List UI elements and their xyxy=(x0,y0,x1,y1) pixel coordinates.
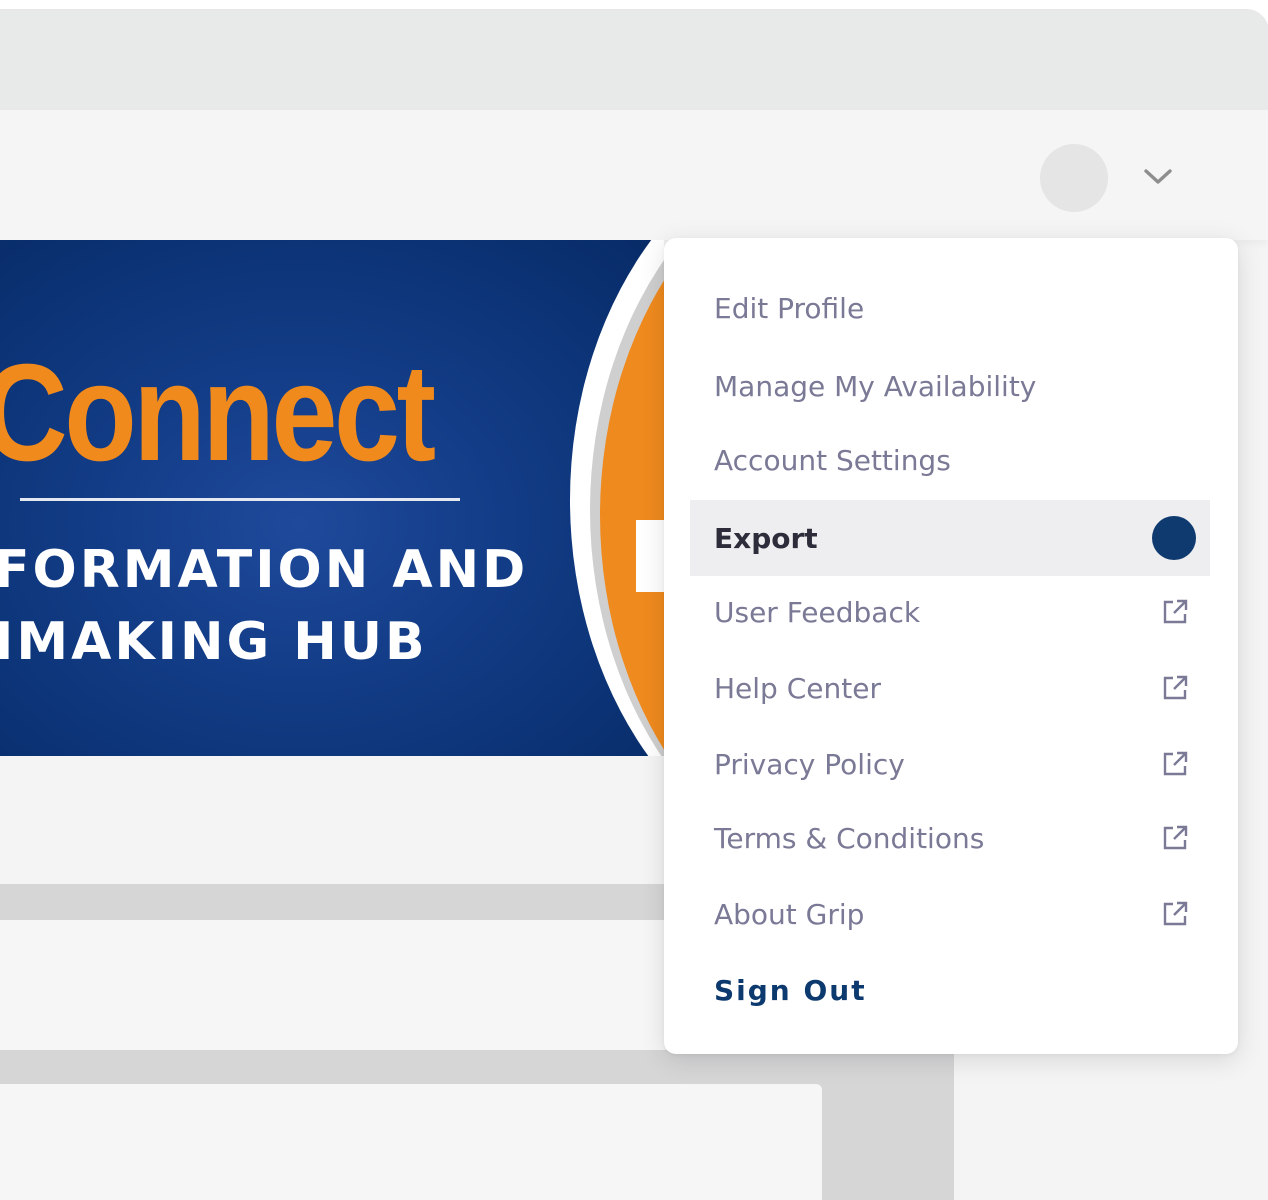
window-titlebar xyxy=(0,10,1268,110)
banner-divider xyxy=(20,498,460,501)
banner-title: Connect xyxy=(0,336,436,490)
menu-item-label: About Grip xyxy=(714,897,865,931)
chevron-down-icon[interactable] xyxy=(1140,162,1176,192)
menu-item-label: Help Center xyxy=(714,671,881,705)
banner-subtitle-line-2: IMAKING HUB xyxy=(0,612,428,672)
sign-out-button[interactable]: Sign Out xyxy=(690,952,1210,1028)
menu-item-privacy-policy[interactable]: Privacy Policy xyxy=(690,726,1210,802)
menu-item-label: Account Settings xyxy=(714,443,951,477)
menu-item-label: Edit Profile xyxy=(714,291,865,325)
menu-item-label: Terms & Conditions xyxy=(714,821,985,855)
menu-item-manage-availability[interactable]: Manage My Availability xyxy=(690,348,1210,424)
menu-item-edit-profile[interactable]: Edit Profile xyxy=(690,270,1210,346)
menu-item-export[interactable]: Export xyxy=(690,500,1210,576)
banner-disc-mark xyxy=(636,520,664,592)
app-header xyxy=(0,110,1268,240)
external-link-icon xyxy=(1160,673,1190,703)
content-placeholder-strip xyxy=(0,756,664,884)
status-dot-icon xyxy=(1152,516,1196,560)
menu-item-help-center[interactable]: Help Center xyxy=(690,650,1210,726)
external-link-icon xyxy=(1160,899,1190,929)
menu-item-about-grip[interactable]: About Grip xyxy=(690,876,1210,952)
external-link-icon xyxy=(1160,597,1190,627)
menu-item-label: Privacy Policy xyxy=(714,747,905,781)
menu-item-account-settings[interactable]: Account Settings xyxy=(690,422,1210,498)
menu-item-label: Manage My Availability xyxy=(714,369,1037,403)
avatar[interactable] xyxy=(1040,144,1108,212)
content-panel-side-lower xyxy=(822,1084,954,1200)
menu-item-user-feedback[interactable]: User Feedback xyxy=(690,574,1210,650)
menu-item-terms-conditions[interactable]: Terms & Conditions xyxy=(690,800,1210,876)
sign-out-label: Sign Out xyxy=(714,973,867,1007)
menu-item-label: User Feedback xyxy=(714,595,921,629)
external-link-icon xyxy=(1160,749,1190,779)
content-background-right xyxy=(954,1050,1268,1200)
content-placeholder-card xyxy=(0,920,664,1050)
external-link-icon xyxy=(1160,823,1190,853)
content-inner-card xyxy=(0,1084,822,1200)
menu-item-label: Export xyxy=(714,521,818,555)
content-divider-bar xyxy=(0,884,664,920)
banner-subtitle-line-1: FORMATION AND xyxy=(0,540,529,600)
account-dropdown-menu: Edit Profile Manage My Availability Acco… xyxy=(664,238,1238,1054)
